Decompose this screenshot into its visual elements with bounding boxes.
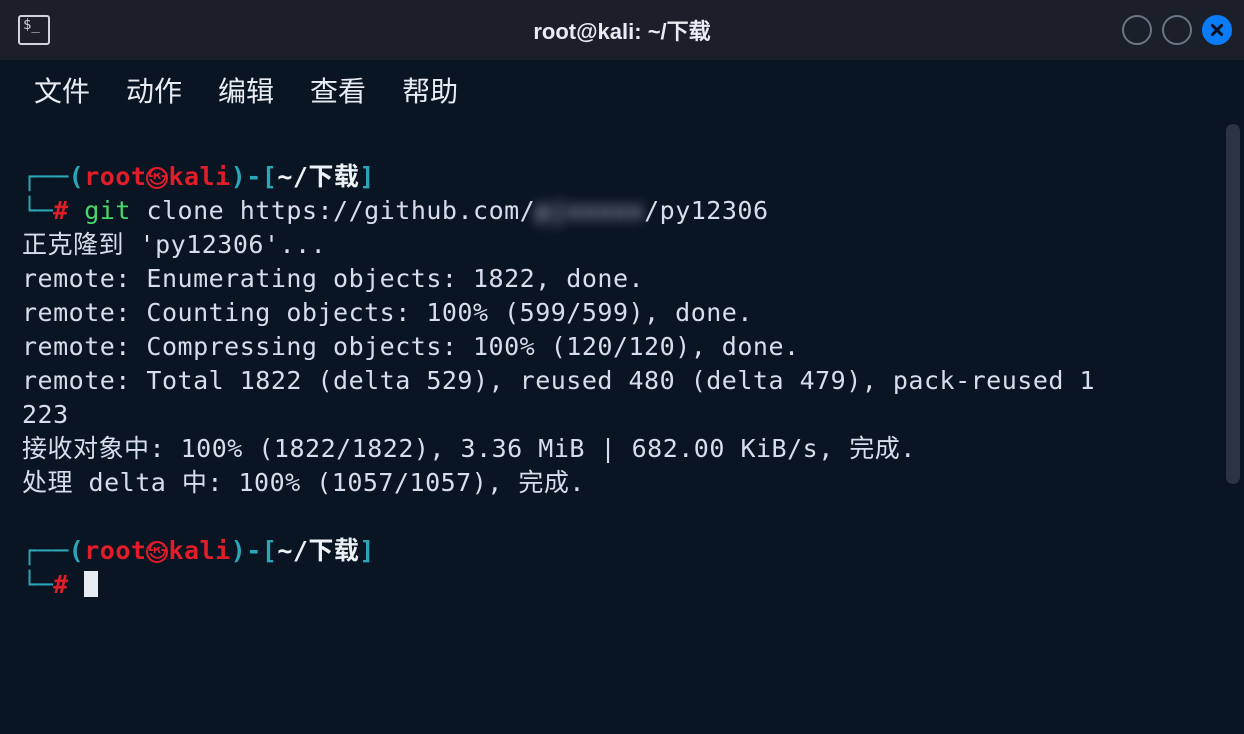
window-title: root@kali: ~/下载 [533,14,710,46]
prompt-symbol: # [53,196,69,225]
cmd-args-post: /py12306 [644,196,768,225]
prompt-user: root [84,162,146,191]
prompt-path: ~/下载 [277,162,359,191]
out-line-5: remote: Total 1822 (delta 529), reused 4… [22,366,1095,395]
terminal-viewport[interactable]: ┌──(root㉿kali)-[~/下载] └─# git clone http… [0,120,1244,734]
menu-view[interactable]: 查看 [310,70,366,110]
maximize-button[interactable] [1162,15,1192,45]
cmd-binary: git [84,196,131,225]
out-line-1: 正克隆到 'py12306'... [22,230,326,259]
out-line-2: remote: Enumerating objects: 1822, done. [22,264,644,293]
prompt2-host: kali [168,536,230,565]
terminal-output[interactable]: ┌──(root㉿kali)-[~/下载] └─# git clone http… [0,120,1244,620]
prompt-host: kali [168,162,230,191]
close-button[interactable] [1202,15,1232,45]
menu-help[interactable]: 帮助 [402,70,458,110]
titlebar: $_ root@kali: ~/下载 [0,0,1244,60]
out-line-6: 223 [22,400,69,429]
skull-icon-2: ㉿ [146,541,168,563]
menubar: 文件 动作 编辑 查看 帮助 [0,60,1244,120]
out-line-7: 接收对象中: 100% (1822/1822), 3.36 MiB | 682.… [22,434,916,463]
out-line-3: remote: Counting objects: 100% (599/599)… [22,298,753,327]
cmd-args-pre: clone https://github.com/ [131,196,535,225]
prompt2-symbol: # [53,570,69,599]
cmd-redacted: pjxxxxx [535,196,644,225]
skull-icon: ㉿ [146,167,168,189]
scrollbar-thumb[interactable] [1226,124,1240,484]
window-controls [1122,15,1232,45]
text-cursor [84,571,98,597]
menu-file[interactable]: 文件 [34,70,90,110]
minimize-button[interactable] [1122,15,1152,45]
out-line-8: 处理 delta 中: 100% (1057/1057), 完成. [22,468,585,497]
prompt2-user: root [84,536,146,565]
terminal-app-icon: $_ [18,15,50,45]
menu-edit[interactable]: 编辑 [218,70,274,110]
out-line-4: remote: Compressing objects: 100% (120/1… [22,332,800,361]
menu-action[interactable]: 动作 [126,70,182,110]
prompt2-path: ~/下载 [277,536,359,565]
